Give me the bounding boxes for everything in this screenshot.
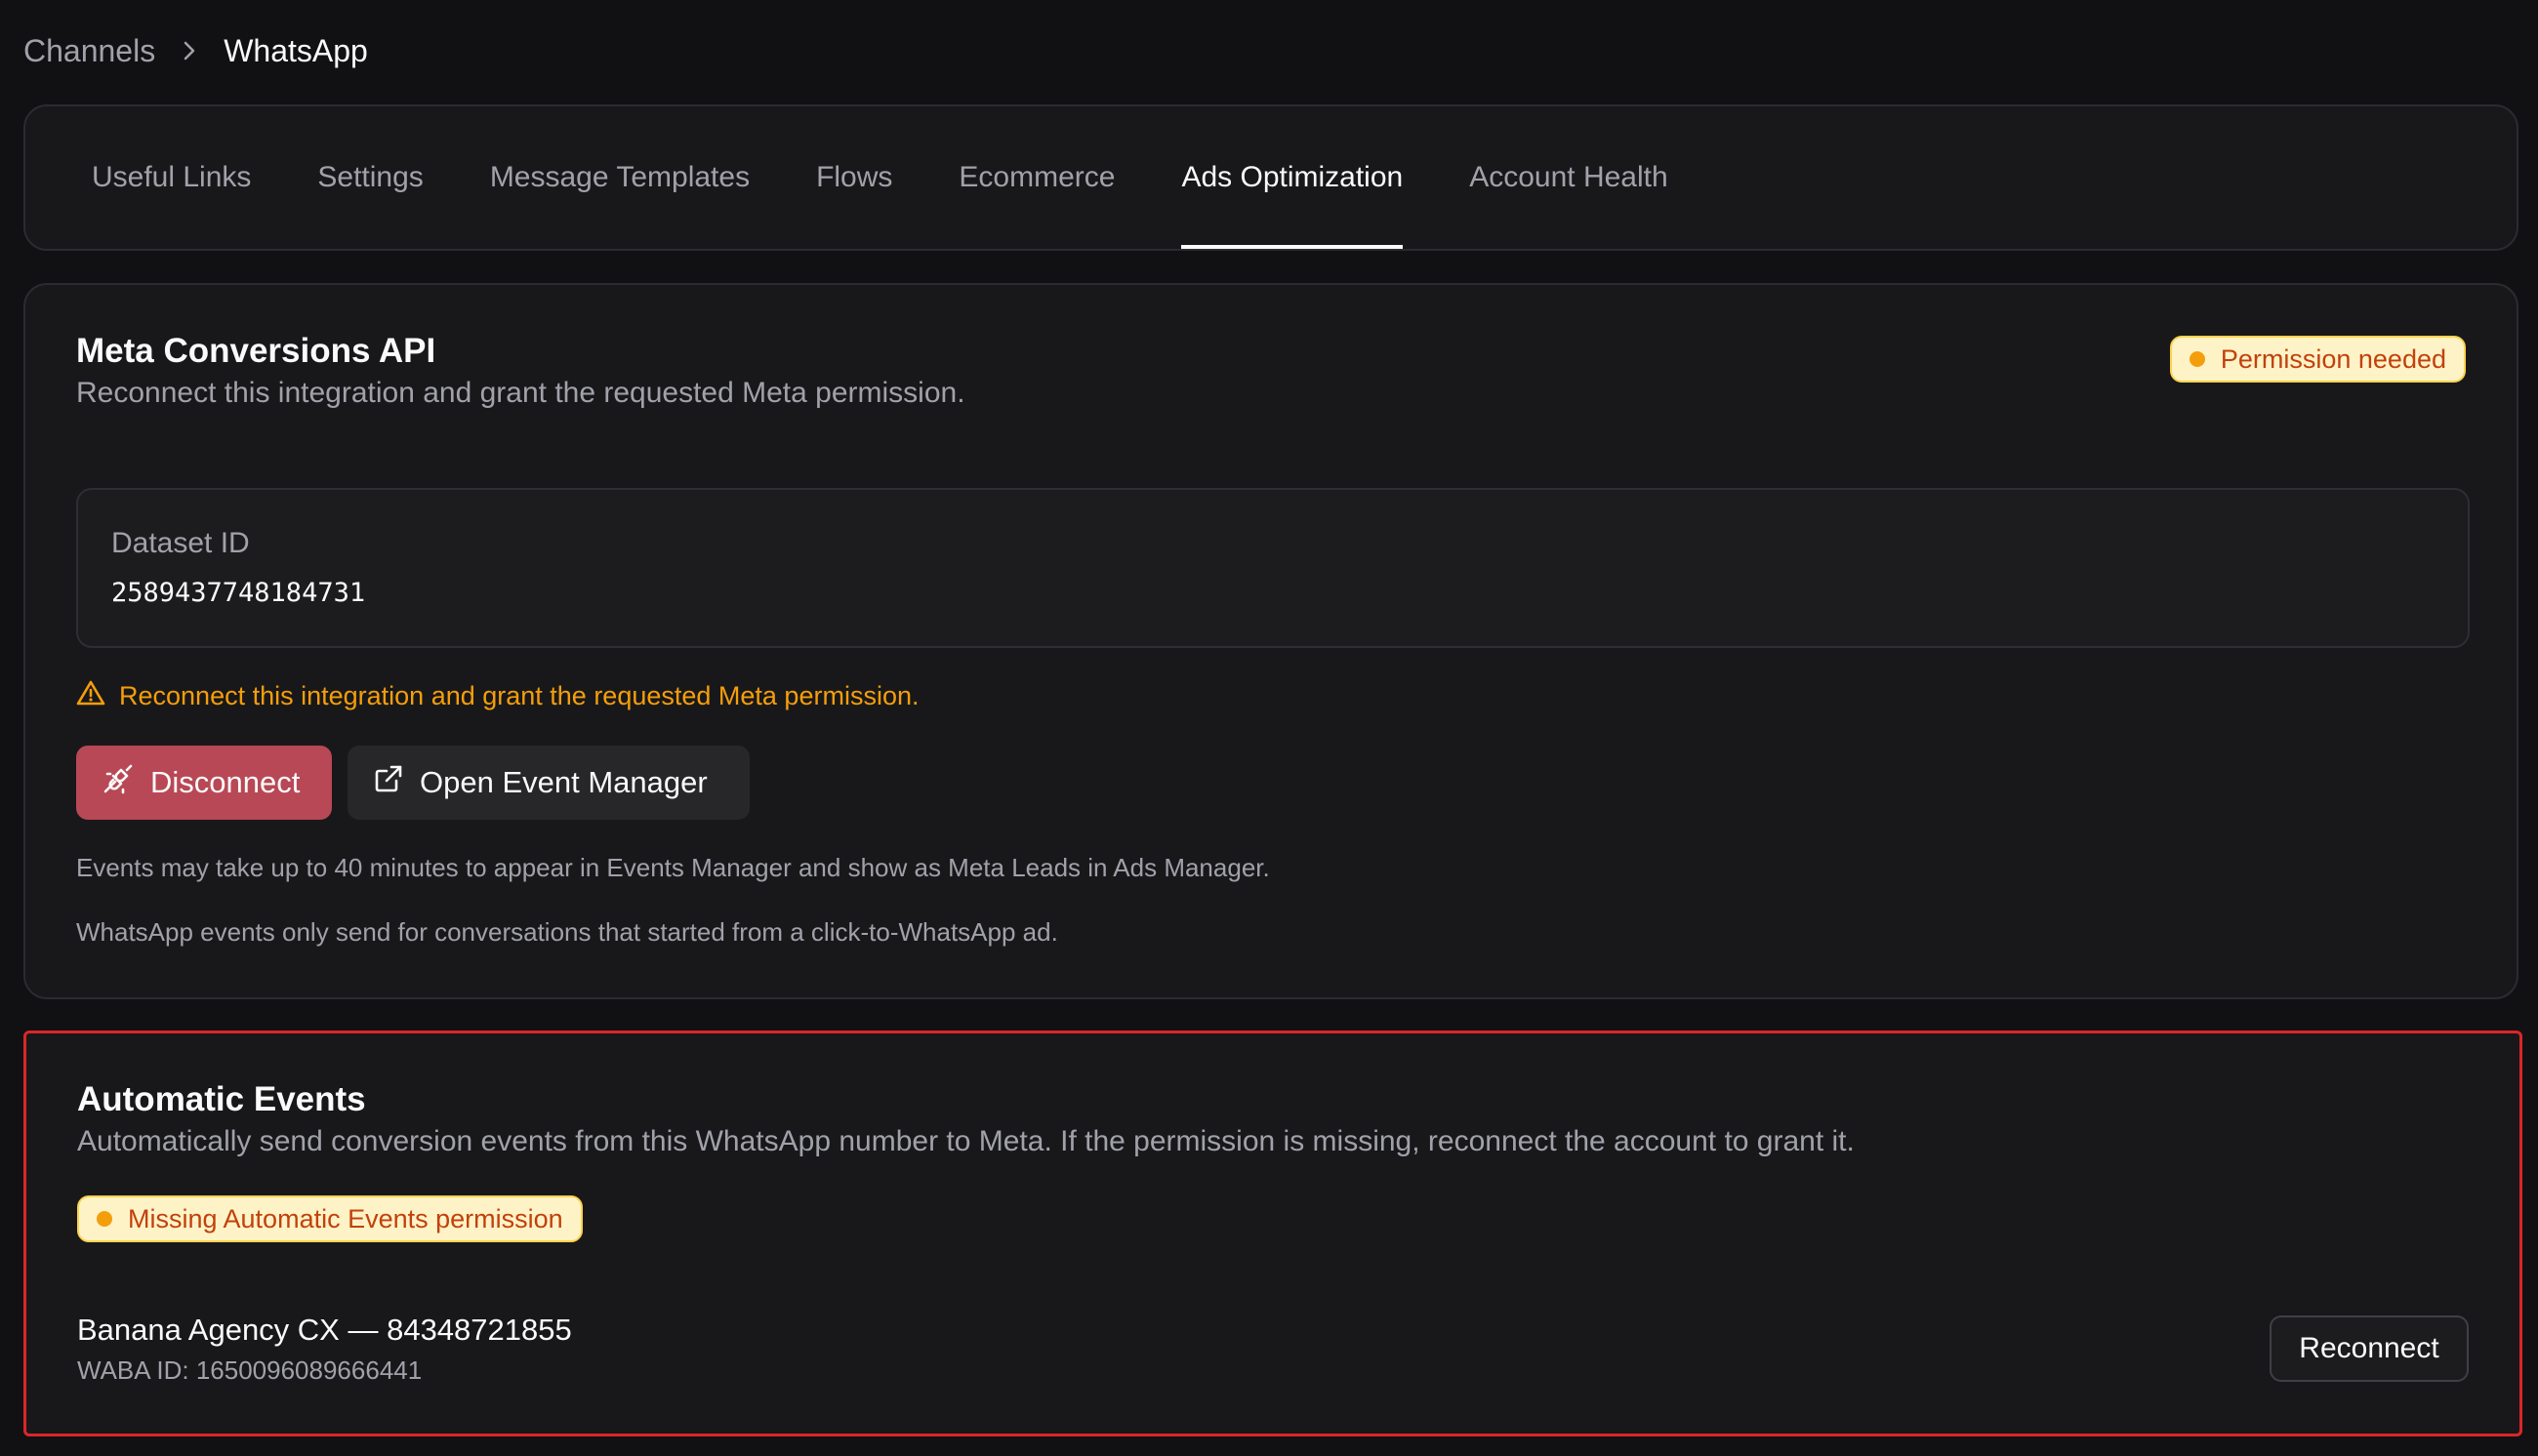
open-event-manager-label: Open Event Manager [420, 765, 708, 799]
card-title: Automatic Events [77, 1080, 366, 1118]
warning-triangle-icon [76, 679, 105, 713]
status-dot-icon [2189, 351, 2205, 367]
card-description: Automatically send conversion events fro… [77, 1125, 1855, 1157]
breadcrumb-whatsapp: WhatsApp [224, 32, 368, 68]
ctwa-note: WhatsApp events only send for conversati… [76, 917, 1058, 947]
tab-ads-optimization[interactable]: Ads Optimization [1181, 106, 1403, 249]
tab-settings[interactable]: Settings [317, 106, 423, 249]
disconnect-button[interactable]: Disconnect [76, 746, 332, 820]
tab-account-health[interactable]: Account Health [1469, 106, 1667, 249]
account-name: Banana Agency CX — 84348721855 [77, 1313, 572, 1347]
permission-needed-badge: Permission needed [2169, 336, 2466, 383]
tab-ecommerce[interactable]: Ecommerce [959, 106, 1115, 249]
breadcrumb-channels[interactable]: Channels [23, 33, 155, 69]
card-title: Meta Conversions API [76, 332, 436, 370]
disconnect-label: Disconnect [150, 765, 301, 799]
breadcrumb: Channels WhatsApp [23, 27, 368, 74]
unplug-icon [102, 762, 135, 803]
events-delay-note: Events may take up to 40 minutes to appe… [76, 853, 1270, 882]
badge-label: Permission needed [2220, 344, 2446, 374]
external-link-icon [373, 763, 404, 802]
reconnect-button[interactable]: Reconnect [2270, 1315, 2469, 1382]
permission-warning: Reconnect this integration and grant the… [76, 679, 919, 713]
missing-permission-badge: Missing Automatic Events permission [77, 1195, 583, 1242]
dataset-id-label: Dataset ID [111, 527, 250, 559]
card-description: Reconnect this integration and grant the… [76, 377, 965, 409]
status-dot-icon [97, 1211, 112, 1227]
dataset-id-field: Dataset ID 2589437748184731 [76, 488, 2470, 648]
dataset-id-value: 2589437748184731 [111, 578, 366, 608]
waba-id: WABA ID: 1650096089666441 [77, 1355, 423, 1385]
warning-text: Reconnect this integration and grant the… [119, 681, 920, 710]
tab-flows[interactable]: Flows [816, 106, 892, 249]
automatic-events-card: Automatic Events Automatically send conv… [23, 1031, 2522, 1436]
tab-useful-links[interactable]: Useful Links [92, 106, 251, 249]
chevron-right-icon [181, 39, 198, 62]
badge-label: Missing Automatic Events permission [128, 1203, 563, 1234]
open-event-manager-button[interactable]: Open Event Manager [348, 746, 750, 820]
tab-bar: Useful Links Settings Message Templates … [23, 104, 2518, 251]
tab-message-templates[interactable]: Message Templates [490, 106, 750, 249]
meta-conversions-api-card: Meta Conversions API Reconnect this inte… [23, 283, 2518, 999]
